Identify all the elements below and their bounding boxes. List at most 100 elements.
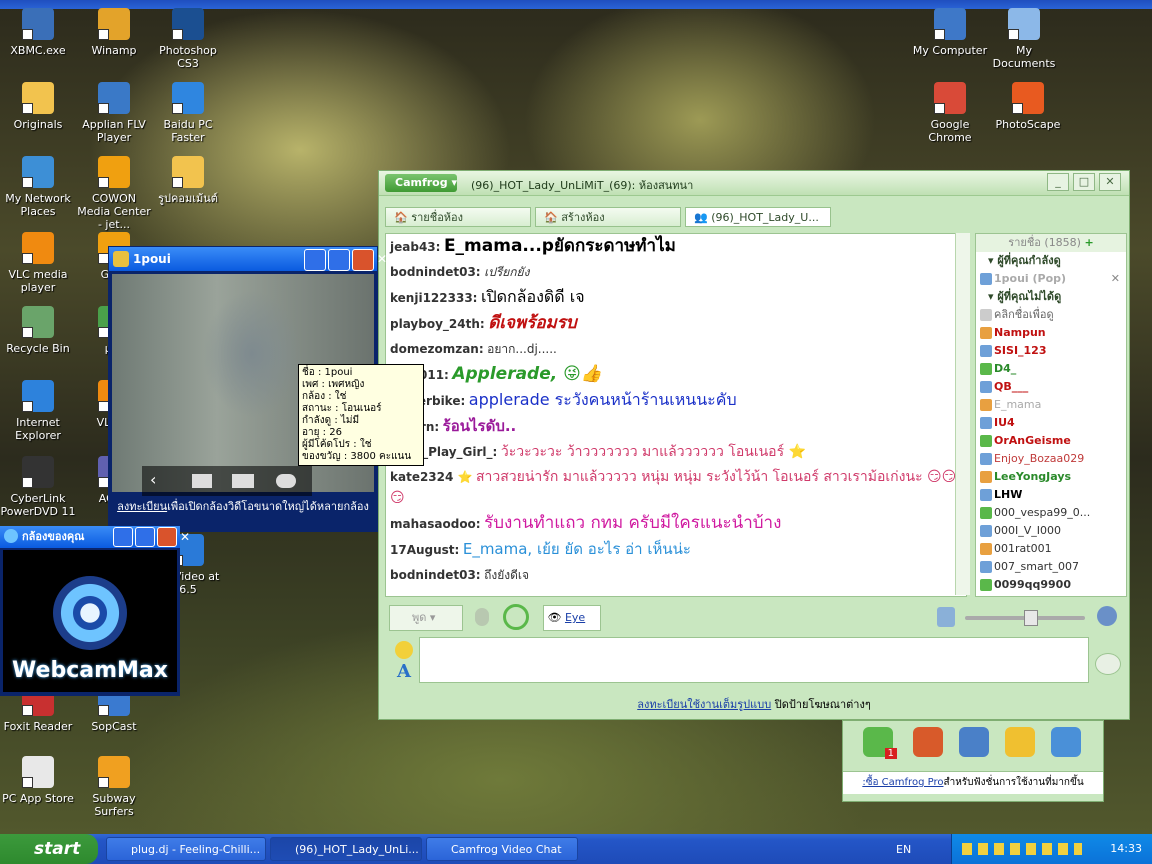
user-list-item[interactable]: 007_smart_007 — [976, 558, 1126, 576]
minimize-button[interactable]: _ — [1047, 173, 1069, 191]
volume-slider-knob[interactable] — [1024, 610, 1039, 626]
desktop-icon[interactable]: CyberLink PowerDVD 11 — [0, 456, 76, 518]
chat-scrollbar[interactable] — [955, 233, 970, 595]
user-list-item[interactable]: E_mama — [976, 396, 1126, 414]
user-list-item[interactable]: Nampun — [976, 324, 1126, 342]
speaker-status-icon[interactable] — [503, 604, 529, 630]
desktop-icon[interactable]: XBMC.exe — [0, 8, 76, 57]
message-icon[interactable] — [276, 474, 296, 488]
user-list-item[interactable]: IU4 — [976, 414, 1126, 432]
group-watching[interactable]: ▾ ผู้ที่คุณกำลังดู — [976, 252, 1126, 270]
close-button[interactable]: ✕ — [1099, 173, 1121, 191]
user-list-item[interactable]: Enjoy_Bozaa029 — [976, 450, 1126, 468]
chat-username[interactable]: 17August: — [390, 543, 459, 557]
home-icon[interactable] — [913, 727, 943, 757]
chat-username[interactable]: kate2324 ⭐ — [390, 470, 472, 484]
camfrog-titlebar[interactable]: Camfrog ▾ (96)_HOT_Lady_UnLiMiT_(69): ห้… — [379, 171, 1129, 196]
desktop-icon[interactable]: Recycle Bin — [0, 306, 76, 355]
talk-button[interactable]: พูด ▾ — [389, 605, 463, 631]
wcm-minimize-button[interactable]: _ — [113, 527, 142, 547]
user-list-item[interactable]: OrAnGeisme — [976, 432, 1126, 450]
eye-link[interactable]: Eye — [565, 611, 585, 624]
desktop-icon[interactable]: Google Chrome — [912, 82, 988, 144]
wcm-maximize-button[interactable]: □ — [135, 527, 169, 547]
chat-messages[interactable]: jeab43: E_mama...pยัดกระดาษทำไม bodnindet… — [385, 233, 967, 597]
profile-card-icon[interactable] — [232, 474, 254, 488]
chat-username[interactable]: bodnindet03: — [390, 265, 481, 279]
user-list-item[interactable]: 000_vespa99_0... — [976, 504, 1126, 522]
font-style-icon[interactable]: A — [397, 661, 411, 682]
tab-create-room[interactable]: 🏠 สร้างห้อง — [535, 207, 681, 227]
start-button[interactable]: start — [0, 834, 98, 864]
volume-slider[interactable] — [965, 610, 1085, 626]
desktop-icon[interactable]: My Computer — [912, 8, 988, 57]
cam-minimize-button[interactable]: _ — [304, 249, 335, 271]
users-icon[interactable] — [959, 727, 989, 757]
maximize-button[interactable]: □ — [1073, 173, 1095, 191]
user-list-item[interactable]: 001rat001 — [976, 540, 1126, 558]
webcam-viewer-titlebar[interactable]: 1poui _ □ ✕ — [109, 247, 387, 271]
desktop-icon[interactable]: VLC media player — [0, 232, 76, 294]
taskbar-item-camfrog[interactable]: Camfrog Video Chat — [426, 837, 578, 861]
webcammax-preview[interactable]: WebcamMax — [3, 550, 177, 692]
desktop-icon[interactable]: Photoshop CS3 — [150, 8, 226, 70]
desktop-icon[interactable]: PC App Store — [0, 756, 76, 805]
desktop-icon[interactable]: COWON Media Center - jet... — [76, 156, 152, 231]
tab-current-room[interactable]: 👥 (96)_HOT_Lady_U... ✕ — [685, 207, 831, 244]
chat-username[interactable]: playboy_24th: — [390, 317, 485, 331]
group-not-watching[interactable]: ▾ ผู้ที่คุณไม่ได้ดู — [976, 288, 1126, 306]
add-contact-icon[interactable] — [1051, 727, 1081, 757]
chat-username[interactable]: bodnindet03: — [390, 568, 481, 582]
cam-register-link[interactable]: ลงทะเบียน — [117, 500, 167, 513]
wcm-close-button[interactable]: ✕ — [157, 527, 190, 547]
user-list-item[interactable]: 0099qq9900 — [976, 576, 1126, 594]
add-user-icon[interactable]: + — [1084, 236, 1093, 249]
desktop-icon[interactable]: My Network Places — [0, 156, 76, 218]
register-full-link[interactable]: ลงทะเบียนใช้งานเต็มรูปแบบ — [637, 698, 771, 711]
tab-room-list[interactable]: 🏠 รายชื่อห้อง — [385, 207, 531, 227]
send-message-icon[interactable] — [1095, 653, 1121, 675]
taskbar-item-plugdj[interactable]: plug.dj - Feeling-Chilli... — [106, 837, 266, 861]
user-list-item[interactable]: 000I_V_I000 — [976, 522, 1126, 540]
desktop-icon[interactable]: Subway Surfers — [76, 756, 152, 818]
tray-icons[interactable] — [962, 843, 1082, 855]
webcammax-titlebar[interactable]: กล้องของคุณ _ □ ✕ — [0, 526, 190, 548]
desktop-icon[interactable]: Applian FLV Player — [76, 82, 152, 144]
buy-pro-link[interactable]: :ซื้อ Camfrog Pro — [862, 777, 943, 788]
chat-bubble-icon[interactable] — [1005, 727, 1035, 757]
settings-gear-icon[interactable] — [1097, 606, 1117, 626]
desktop-icon[interactable]: Baidu PC Faster — [150, 82, 226, 144]
chat-username[interactable]: jeab43: — [390, 240, 440, 254]
chat-username[interactable]: mahasaodoo: — [390, 517, 481, 531]
chat-username[interactable]: domezomzan: — [390, 342, 484, 356]
message-input[interactable] — [419, 637, 1089, 683]
chat-username[interactable]: kenji122333: — [390, 291, 477, 305]
screen-icon[interactable] — [192, 474, 212, 488]
cam-close-button[interactable]: ✕ — [352, 249, 387, 271]
back-arrow-icon[interactable]: ‹ — [150, 470, 156, 489]
user-list-item[interactable]: SISI_123 — [976, 342, 1126, 360]
desktop-icon[interactable]: Winamp — [76, 8, 152, 57]
desktop-icon[interactable]: My Documents — [986, 8, 1062, 70]
microphone-icon[interactable] — [475, 608, 489, 626]
volume-icon[interactable] — [937, 607, 955, 627]
user-list-item[interactable]: LHW — [976, 486, 1126, 504]
desktop-icon[interactable]: PhotoScape — [990, 82, 1066, 131]
camfrog-menu-button[interactable]: Camfrog ▾ — [385, 174, 457, 192]
user-list-item[interactable]: QB___ — [976, 378, 1126, 396]
contacts-icon[interactable]: 1 — [863, 727, 897, 759]
emoticon-icon[interactable] — [395, 641, 413, 659]
desktop-icon[interactable]: Internet Explorer — [0, 380, 76, 442]
desktop-icon[interactable]: รูปคอมเม้นต์ — [150, 156, 226, 205]
eye-button[interactable]: 👁 Eye — [543, 605, 601, 631]
remove-user-icon[interactable]: ✕ — [1111, 270, 1120, 288]
user-list-item[interactable]: LeeYongJays — [976, 468, 1126, 486]
taskbar-item-room[interactable]: (96)_HOT_Lady_UnLi... — [270, 837, 422, 861]
desktop-icon[interactable]: Originals — [0, 82, 76, 131]
user-list-item[interactable]: 1poui (Pop) ✕ — [976, 270, 1126, 288]
user-avatar-icon — [980, 381, 992, 393]
cam-maximize-button[interactable]: □ — [328, 249, 364, 271]
user-list[interactable]: รายชื่อ (1858) + ▾ ผู้ที่คุณกำลังดู 1pou… — [975, 233, 1127, 597]
language-indicator[interactable]: EN — [896, 843, 911, 856]
user-list-item[interactable]: D4_ — [976, 360, 1126, 378]
